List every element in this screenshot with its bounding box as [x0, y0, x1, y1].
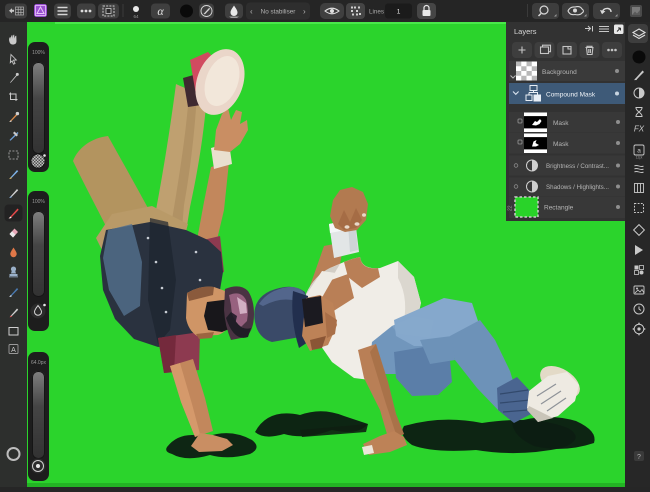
svg-text:FX: FX: [634, 125, 645, 134]
svg-text:A: A: [11, 347, 16, 354]
svg-text:Shadows / Highlights...: Shadows / Highlights...: [546, 184, 609, 191]
svg-text:α: α: [157, 4, 164, 18]
svg-text:No stabiliser: No stabiliser: [261, 9, 296, 16]
svg-text:12pt: 12pt: [636, 156, 643, 160]
svg-text:Layers: Layers: [514, 27, 537, 36]
svg-text:Brightness / Contrast...: Brightness / Contrast...: [546, 163, 609, 170]
svg-text:Mask: Mask: [553, 120, 569, 127]
svg-text:?: ?: [637, 454, 641, 461]
svg-text:64: 64: [133, 14, 139, 19]
svg-text:‹: ‹: [250, 7, 253, 16]
svg-text:Mask: Mask: [553, 141, 569, 148]
svg-text:Compound Mask: Compound Mask: [546, 92, 596, 99]
svg-text:›: ›: [303, 7, 306, 16]
svg-text:Rectangle: Rectangle: [544, 205, 574, 212]
svg-text:Lines: Lines: [369, 9, 384, 16]
svg-text:a: a: [637, 148, 641, 155]
svg-text:Background: Background: [542, 69, 577, 76]
svg-text:22: 22: [508, 205, 514, 211]
svg-text:1: 1: [397, 9, 401, 16]
